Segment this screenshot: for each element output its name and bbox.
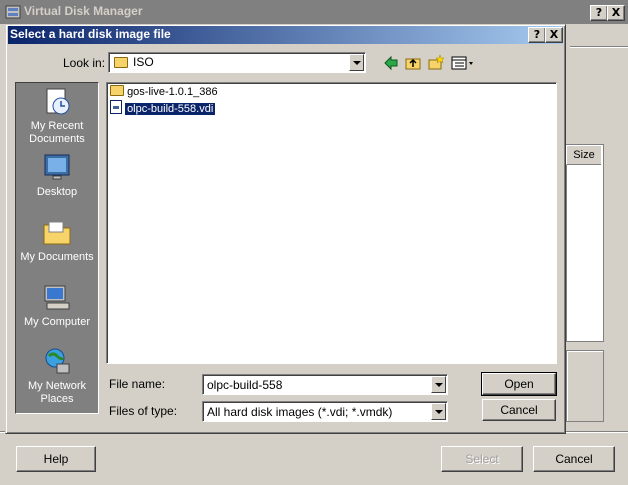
dialog-cancel-button[interactable]: Cancel — [482, 399, 556, 421]
chevron-down-icon[interactable] — [431, 376, 446, 393]
dialog-title: Select a hard disk image file — [10, 27, 171, 41]
chevron-down-icon[interactable] — [349, 54, 364, 71]
back-arrow-icon[interactable] — [382, 54, 400, 72]
file-name: gos-live-1.0.1_386 — [127, 86, 218, 98]
look-in-value: ISO — [133, 55, 154, 69]
place-label: Desktop — [36, 186, 78, 198]
size-column-header[interactable]: Size — [566, 145, 601, 165]
recent-documents-icon — [46, 88, 70, 115]
dialog-help-title-button[interactable]: ? — [528, 27, 546, 43]
file-list-item-selected[interactable]: olpc-build-558.vdi — [110, 100, 217, 116]
place-desktop[interactable]: Desktop — [15, 152, 99, 199]
background-help-title-button[interactable]: ? — [590, 5, 608, 21]
dialog-close-button[interactable]: X — [545, 27, 563, 43]
file-name-label: File name: — [109, 377, 166, 391]
my-computer-icon — [44, 285, 70, 310]
place-my-network-places[interactable]: My Network Places — [15, 346, 99, 406]
place-label: My Recent Documents — [29, 120, 85, 145]
folder-icon — [114, 57, 128, 68]
background-cancel-button[interactable]: Cancel — [533, 446, 615, 472]
new-folder-icon[interactable] — [427, 54, 445, 72]
network-places-icon — [45, 348, 70, 374]
place-my-computer[interactable]: My Computer — [15, 282, 99, 329]
place-my-documents[interactable]: My Documents — [15, 217, 99, 264]
virtualbox-app-icon — [5, 5, 21, 19]
place-my-recent-documents[interactable]: My Recent Documents — [15, 86, 99, 146]
files-of-type-value: All hard disk images (*.vdi; *.vmdk) — [207, 405, 393, 419]
files-of-type-label: Files of type: — [109, 404, 178, 418]
background-disk-list[interactable] — [566, 144, 604, 342]
chevron-down-icon[interactable] — [431, 403, 446, 420]
place-label: My Network Places — [27, 380, 87, 405]
background-window-title: Virtual Disk Manager — [24, 4, 143, 18]
my-documents-icon — [43, 221, 71, 245]
background-close-button[interactable]: X — [607, 5, 625, 21]
up-folder-icon[interactable] — [404, 54, 422, 72]
open-button[interactable]: Open — [481, 372, 557, 396]
background-tab-divider — [570, 46, 628, 48]
file-name-input[interactable]: olpc-build-558 — [202, 374, 448, 395]
help-button[interactable]: Help — [16, 446, 96, 472]
place-label: My Documents — [20, 251, 94, 263]
file-list[interactable] — [106, 82, 557, 364]
select-button[interactable]: Select — [441, 446, 523, 472]
file-name: olpc-build-558.vdi — [124, 102, 217, 116]
disk-image-file-icon — [110, 100, 122, 114]
files-of-type-dropdown[interactable]: All hard disk images (*.vdi; *.vmdk) — [202, 401, 448, 422]
file-name-value: olpc-build-558 — [207, 378, 283, 392]
background-info-groupbox — [566, 350, 604, 422]
desktop-icon — [44, 154, 70, 180]
place-label: My Computer — [23, 316, 91, 328]
look-in-label: Look in: — [63, 56, 106, 70]
folder-icon — [110, 85, 124, 96]
view-menu-icon[interactable] — [450, 54, 476, 72]
file-list-item[interactable]: gos-live-1.0.1_386 — [110, 84, 218, 100]
